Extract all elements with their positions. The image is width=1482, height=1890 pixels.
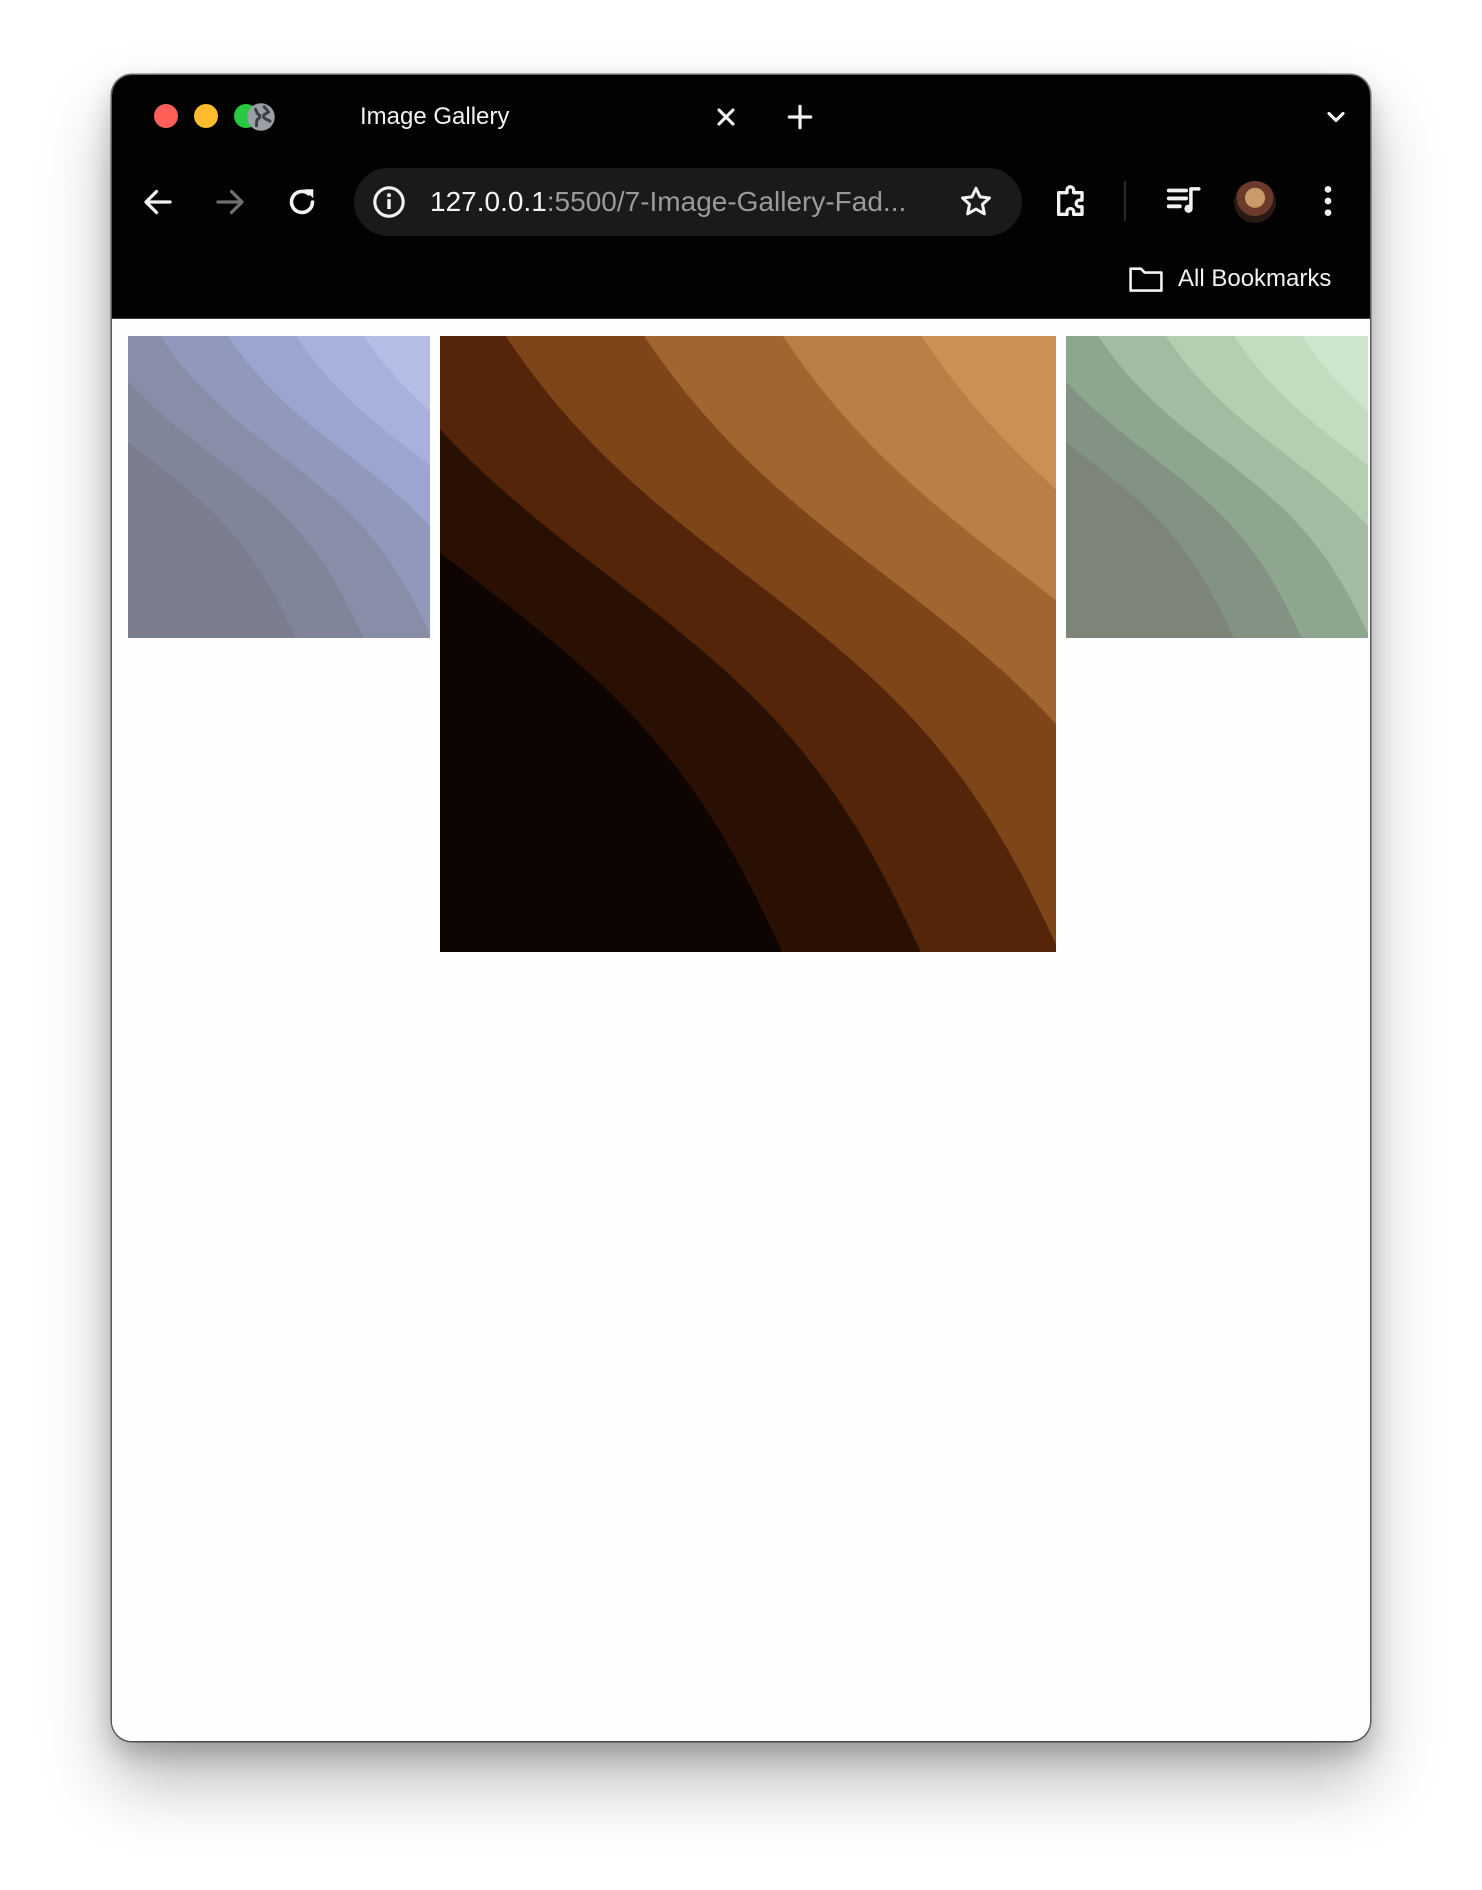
- page-content: [112, 319, 1370, 1741]
- gallery-image-green-waves[interactable]: [1066, 336, 1368, 638]
- profile-avatar[interactable]: [1234, 181, 1276, 223]
- reload-icon[interactable]: [284, 184, 320, 220]
- wave-artwork: [440, 336, 1056, 952]
- site-info-icon[interactable]: [372, 185, 406, 219]
- desktop: Image Gallery 127.0.0.1:5500/7-Image-Gal…: [0, 0, 1482, 1890]
- gallery-image-brown-waves[interactable]: [440, 336, 1056, 952]
- close-window-button[interactable]: [154, 104, 178, 128]
- extensions-puzzle-icon[interactable]: [1052, 181, 1092, 221]
- bookmark-star-icon[interactable]: [958, 184, 994, 220]
- browser-window: Image Gallery 127.0.0.1:5500/7-Image-Gal…: [112, 75, 1370, 1741]
- more-menu-icon[interactable]: [1308, 181, 1348, 221]
- minimize-window-button[interactable]: [194, 104, 218, 128]
- gallery-image-blue-waves[interactable]: [128, 336, 430, 638]
- address-bar[interactable]: 127.0.0.1:5500/7-Image-Gallery-Fad...: [354, 168, 1022, 236]
- browser-toolbar: Image Gallery 127.0.0.1:5500/7-Image-Gal…: [112, 75, 1370, 319]
- all-bookmarks-label: All Bookmarks: [1178, 265, 1332, 292]
- wave-artwork: [128, 336, 430, 638]
- folder-icon: [1129, 267, 1163, 292]
- globe-icon: [247, 103, 275, 131]
- bookmarks-bar-all-bookmarks[interactable]: All Bookmarks: [1128, 261, 1331, 297]
- media-controls-icon[interactable]: [1164, 181, 1202, 219]
- url-path: :5500/7-Image-Gallery-Fad...: [546, 186, 907, 217]
- wave-artwork: [1066, 336, 1368, 638]
- close-tab-icon[interactable]: [712, 103, 740, 131]
- toolbar-separator: [1124, 181, 1126, 221]
- forward-arrow-icon[interactable]: [212, 184, 248, 220]
- url-text[interactable]: 127.0.0.1:5500/7-Image-Gallery-Fad...: [430, 185, 950, 219]
- tab-title: Image Gallery: [360, 103, 510, 130]
- back-arrow-icon[interactable]: [140, 184, 176, 220]
- new-tab-icon[interactable]: [784, 101, 816, 133]
- url-host: 127.0.0.1: [430, 186, 547, 217]
- chevron-down-icon[interactable]: [1322, 103, 1350, 131]
